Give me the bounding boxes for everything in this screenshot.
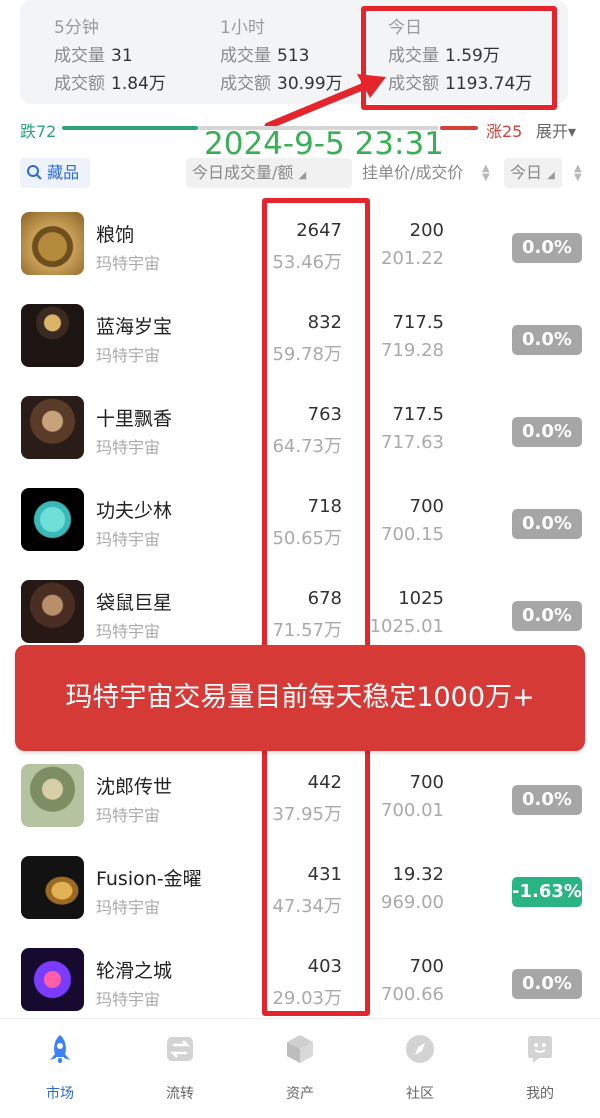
item-name: 袋鼠巨星: [96, 592, 173, 614]
item-issuer: 玛特宇宙: [96, 254, 161, 273]
sort-arrows-icon: ▲ ▼: [574, 163, 582, 183]
item-name: Fusion-金曜: [96, 868, 202, 890]
item-price: 700: [409, 956, 444, 977]
item-thumbnail: [21, 948, 84, 1011]
item-issuer: 玛特宇宙: [96, 346, 161, 365]
rocket-icon: [50, 1035, 70, 1063]
nav-assets[interactable]: 资产: [240, 1033, 360, 1103]
item-issuer: 玛特宇宙: [96, 806, 161, 825]
volume-label: 成交量: [54, 46, 105, 66]
volume-highlight-box: [262, 198, 370, 1016]
transfer-icon: [167, 1037, 193, 1061]
nav-community-label: 社区: [406, 1086, 434, 1102]
sort-arrows-icon: ▲ ▼: [482, 163, 490, 183]
sort-desc-icon: ◢: [298, 170, 307, 181]
item-name: 粮饷: [96, 224, 135, 246]
item-price: 717.5: [392, 312, 444, 333]
stats-5min: 5分钟 成交量 31 成交额 1.84万: [54, 14, 166, 98]
sort-today-change[interactable]: 今日 ◢: [504, 158, 562, 188]
item-avg-price: 1025.01: [369, 616, 444, 637]
item-change-badge: 0.0%: [512, 509, 582, 539]
item-price: 717.5: [392, 404, 444, 425]
smiley-icon: [528, 1036, 552, 1063]
amount-value: 1.84万: [111, 74, 166, 94]
item-thumbnail: [21, 764, 84, 827]
expand-label: 展开: [536, 122, 569, 141]
bottom-nav: 市场 流转 资产 社区 我的: [0, 1018, 600, 1118]
nav-market-label: 市场: [46, 1086, 74, 1102]
item-change-badge: 0.0%: [512, 233, 582, 263]
nav-mine[interactable]: 我的: [480, 1033, 600, 1103]
period-label: 5分钟: [54, 18, 99, 38]
nav-mine-label: 我的: [526, 1086, 554, 1102]
nav-transfer[interactable]: 流转: [120, 1033, 240, 1103]
cube-icon: [287, 1035, 313, 1063]
item-name: 蓝海岁宝: [96, 316, 173, 338]
item-price: 19.32: [392, 864, 444, 885]
item-change-badge: 0.0%: [512, 601, 582, 631]
item-change-badge: -1.63%: [512, 877, 582, 907]
item-price: 700: [409, 772, 444, 793]
item-avg-price: 700.15: [381, 524, 444, 545]
sort-desc-icon: ◢: [547, 170, 555, 181]
item-change-badge: 0.0%: [512, 417, 582, 447]
sort-price-label: 挂单价/成交价: [362, 163, 464, 182]
item-name: 轮滑之城: [96, 960, 173, 982]
item-change-badge: 0.0%: [512, 325, 582, 355]
favorites-filter[interactable]: 藏品: [20, 158, 90, 188]
ratio-bar-rise: [440, 126, 478, 130]
ratio-bar-fall: [62, 126, 198, 130]
sort-volume[interactable]: 今日成交量/额 ◢: [186, 158, 352, 188]
amount-label: 成交额: [54, 74, 105, 94]
item-avg-price: 201.22: [381, 248, 444, 269]
nav-community[interactable]: 社区: [360, 1033, 480, 1103]
item-thumbnail: [21, 304, 84, 367]
item-avg-price: 700.01: [381, 800, 444, 821]
item-issuer: 玛特宇宙: [96, 530, 161, 549]
nav-transfer-label: 流转: [166, 1086, 194, 1102]
volume-value: 31: [111, 46, 133, 66]
item-avg-price: 717.63: [381, 432, 444, 453]
caret-down-icon: ▾: [568, 122, 577, 141]
item-issuer: 玛特宇宙: [96, 898, 161, 917]
favorites-label: 藏品: [47, 163, 80, 182]
item-thumbnail: [21, 856, 84, 919]
item-price: 1025: [398, 588, 444, 609]
nav-assets-label: 资产: [286, 1086, 314, 1102]
item-issuer: 玛特宇宙: [96, 622, 161, 641]
item-price: 200: [409, 220, 444, 241]
item-issuer: 玛特宇宙: [96, 438, 161, 457]
volume-value: 513: [277, 46, 310, 66]
rise-count: 涨25: [486, 122, 523, 141]
sort-today-label: 今日: [510, 163, 543, 182]
item-avg-price: 700.66: [381, 984, 444, 1005]
sort-price[interactable]: 挂单价/成交价: [356, 158, 496, 188]
promo-banner: 玛特宇宙交易量目前每天稳定1000万+: [15, 645, 585, 751]
compass-icon: [406, 1035, 434, 1063]
search-icon: [27, 165, 42, 180]
item-thumbnail: [21, 580, 84, 643]
item-thumbnail: [21, 212, 84, 275]
item-name: 十里飘香: [96, 408, 173, 430]
fall-count: 跌72: [20, 122, 57, 141]
item-change-badge: 0.0%: [512, 785, 582, 815]
item-issuer: 玛特宇宙: [96, 990, 161, 1009]
nav-market[interactable]: 市场: [0, 1033, 120, 1103]
item-thumbnail: [21, 488, 84, 551]
volume-label: 成交量: [220, 46, 271, 66]
item-thumbnail: [21, 396, 84, 459]
filter-row: 藏品 今日成交量/额 ◢ 挂单价/成交价 ▲ ▼ 今日 ◢ ▲ ▼: [0, 158, 600, 190]
item-name: 沈郎传世: [96, 776, 173, 798]
item-avg-price: 719.28: [381, 340, 444, 361]
item-change-badge: 0.0%: [512, 969, 582, 999]
item-name: 功夫少林: [96, 500, 173, 522]
expand-button[interactable]: 展开▾: [536, 118, 576, 142]
timestamp-overlay: 2024-9-5 23:31: [204, 126, 444, 162]
item-avg-price: 969.00: [381, 892, 444, 913]
period-label: 1小时: [220, 18, 265, 38]
sort-volume-label: 今日成交量/额: [192, 163, 294, 182]
item-price: 700: [409, 496, 444, 517]
